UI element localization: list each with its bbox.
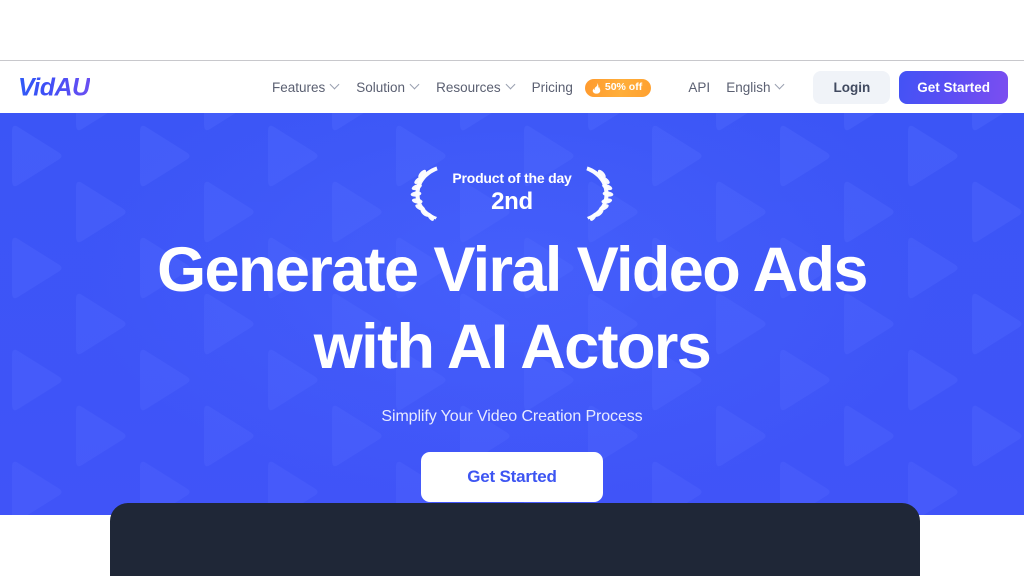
browser-chrome-strip <box>0 0 1024 61</box>
site-header: VidAU Features Solution Resources Pricin… <box>0 62 1024 113</box>
nav-item-label: Solution <box>356 80 406 95</box>
login-button[interactable]: Login <box>813 71 891 104</box>
award-rank: 2nd <box>491 187 533 215</box>
header-actions: API English Login Get Started <box>684 62 1008 113</box>
chevron-down-icon <box>507 81 516 90</box>
nav-item-features[interactable]: Features <box>268 80 356 95</box>
promo-badge-label: 50% off <box>604 81 643 94</box>
nav-item-solution[interactable]: Solution <box>356 80 436 95</box>
main-navigation: Features Solution Resources Pricing 50% … <box>268 62 667 113</box>
hero-section: Product of the day 2nd Generate Viral Vi… <box>0 113 1024 515</box>
laurel-branch-right-icon <box>586 166 613 221</box>
nav-item-label: API <box>688 80 711 95</box>
language-selector[interactable]: English <box>726 80 801 95</box>
page-root: VidAU Features Solution Resources Pricin… <box>0 0 1024 576</box>
get-started-button-hero[interactable]: Get Started <box>421 451 603 502</box>
hero-subtitle: Simplify Your Video Creation Process <box>381 407 643 425</box>
award-badge: Product of the day 2nd <box>410 164 613 222</box>
language-label: English <box>726 80 771 95</box>
award-text-block: Product of the day 2nd <box>446 169 577 216</box>
nav-item-pricing[interactable]: Pricing 50% off <box>531 78 668 97</box>
brand-logo[interactable]: VidAU <box>18 73 90 102</box>
hero-content: Product of the day 2nd Generate Viral Vi… <box>0 113 1024 515</box>
award-title: Product of the day <box>452 169 572 186</box>
promo-badge[interactable]: 50% off <box>584 78 652 97</box>
get-started-button-header[interactable]: Get Started <box>899 71 1008 104</box>
video-preview-panel[interactable] <box>110 503 920 576</box>
flame-icon <box>592 81 601 94</box>
laurel-branch-left-icon <box>410 166 438 221</box>
nav-item-api[interactable]: API <box>684 80 726 95</box>
nav-item-label: Features <box>272 80 326 95</box>
page-title: Generate Viral Video Ads with AI Actors <box>157 232 868 386</box>
nav-item-label: Resources <box>436 80 501 95</box>
chevron-down-icon <box>331 81 340 90</box>
nav-item-resources[interactable]: Resources <box>436 80 532 95</box>
headline-line-1: Generate Viral Video Ads <box>157 235 868 305</box>
nav-item-label: Pricing <box>531 80 573 95</box>
chevron-down-icon <box>411 81 420 90</box>
chevron-down-icon <box>776 81 785 90</box>
headline-line-2: with AI Actors <box>313 311 712 382</box>
